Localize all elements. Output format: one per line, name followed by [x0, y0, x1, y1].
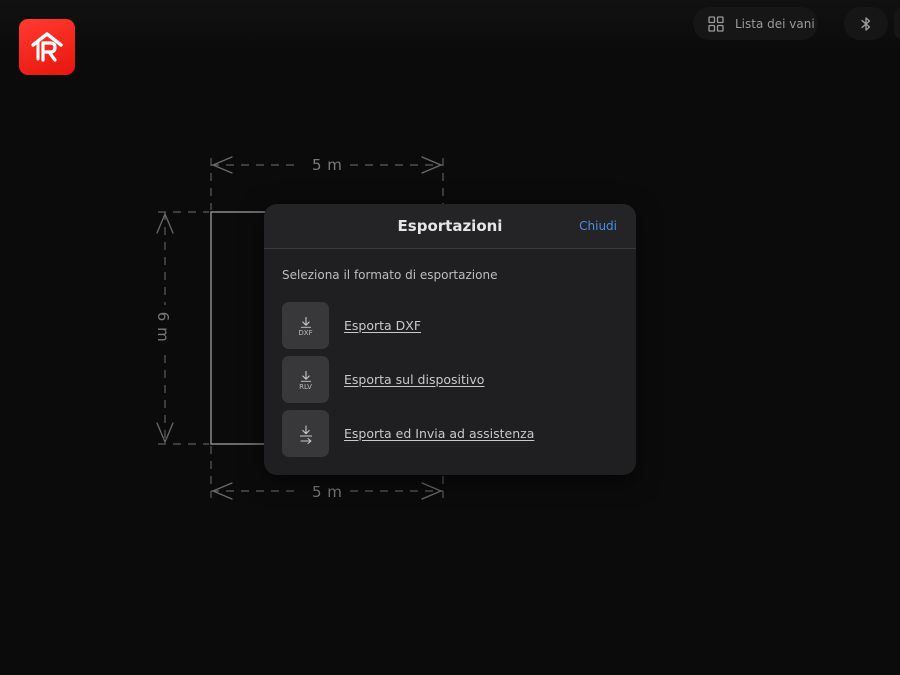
download-dxf-icon[interactable]: DXF	[282, 302, 329, 349]
download-rlv-icon[interactable]: RLV	[282, 356, 329, 403]
rlv-caption: RLV	[299, 382, 312, 391]
dxf-caption: DXF	[298, 328, 313, 337]
export-dxf-link[interactable]: Esporta DXF	[344, 318, 421, 333]
exports-dialog: Esportazioni Chiudi Seleziona il formato…	[264, 204, 636, 475]
export-send-support-link[interactable]: Esporta ed Invia ad assistenza	[344, 426, 534, 441]
side-dimension-label: 6 m	[154, 311, 173, 343]
top-dimension-label: 5 m	[312, 156, 343, 174]
export-dxf-option[interactable]: DXF Esporta DXF	[282, 302, 421, 349]
download-send-icon[interactable]	[282, 410, 329, 457]
dialog-subtitle: Seleziona il formato di esportazione	[282, 268, 498, 282]
bottom-dimension-label: 5 m	[312, 483, 343, 501]
close-button[interactable]: Chiudi	[579, 219, 617, 233]
export-device-link[interactable]: Esporta sul dispositivo	[344, 372, 484, 387]
app-screen: Lista dei vani 5 m 5 m 6 m Esportazioni …	[0, 0, 900, 675]
export-send-support-option[interactable]: Esporta ed Invia ad assistenza	[282, 410, 534, 457]
dialog-header: Esportazioni Chiudi	[264, 204, 636, 249]
export-device-option[interactable]: RLV Esporta sul dispositivo	[282, 356, 484, 403]
